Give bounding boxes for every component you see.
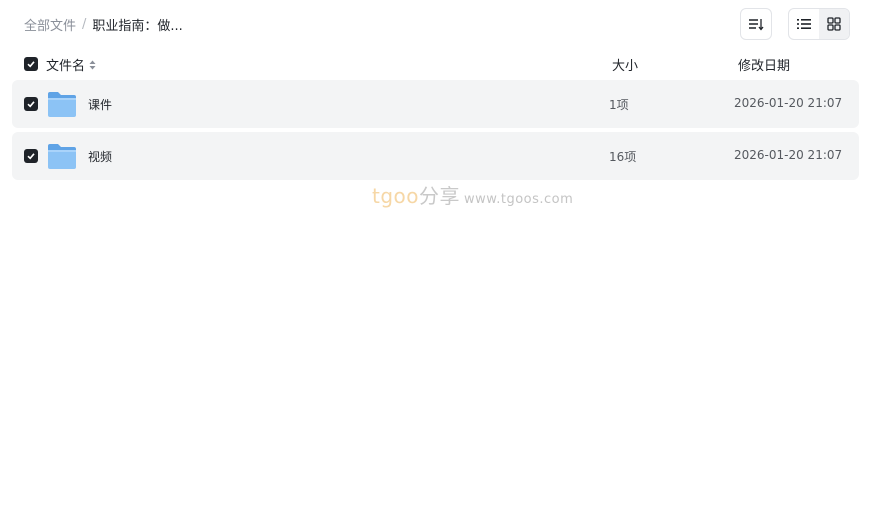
breadcrumb-separator: /	[82, 16, 87, 32]
check-icon	[27, 101, 35, 108]
watermark-brand-suffix: 分享	[419, 184, 461, 208]
grid-view-button[interactable]	[819, 9, 849, 39]
list-view-button[interactable]	[789, 9, 819, 39]
row-checkbox[interactable]	[24, 149, 38, 163]
file-name[interactable]: 视频	[88, 148, 112, 165]
file-browser: 全部文件 / 职业指南：做... 文件名 大小 修改日期 课件 1项 2026-…	[0, 0, 874, 514]
list-header: 文件名 大小 修改日期	[12, 52, 859, 76]
sort-caret-icon	[89, 60, 96, 70]
breadcrumb-root-link[interactable]: 全部文件	[24, 15, 76, 34]
file-row[interactable]: 视频 16项 2026-01-20 21:07	[12, 132, 859, 180]
list-view-icon	[797, 19, 811, 29]
watermark-brand: tgoo	[372, 184, 420, 208]
file-date: 2026-01-20 21:07	[734, 96, 843, 110]
column-header-size[interactable]: 大小	[612, 55, 638, 74]
breadcrumb-current: 职业指南：做...	[92, 18, 183, 34]
select-all-checkbox[interactable]	[24, 57, 38, 71]
folder-icon	[48, 144, 76, 169]
grid-view-icon	[827, 17, 841, 31]
column-header-date[interactable]: 修改日期	[738, 55, 790, 74]
file-date: 2026-01-20 21:07	[734, 148, 843, 162]
sort-button[interactable]	[740, 8, 772, 40]
check-icon	[27, 153, 35, 160]
check-icon	[27, 61, 35, 68]
file-size: 16项	[609, 150, 637, 164]
sort-lines-icon	[749, 19, 764, 31]
row-checkbox[interactable]	[24, 97, 38, 111]
breadcrumb: 全部文件 / 职业指南：做...	[24, 14, 183, 34]
folder-icon	[48, 92, 76, 117]
file-row[interactable]: 课件 1项 2026-01-20 21:07	[12, 80, 859, 128]
file-size: 1项	[609, 98, 629, 112]
file-name[interactable]: 课件	[88, 96, 112, 113]
view-toggle	[788, 8, 850, 40]
column-header-name-label: 文件名	[46, 59, 86, 74]
column-header-name[interactable]: 文件名	[46, 55, 96, 74]
watermark: tgoo分享 www.tgoos.com	[372, 180, 573, 209]
watermark-url: www.tgoos.com	[464, 192, 574, 207]
